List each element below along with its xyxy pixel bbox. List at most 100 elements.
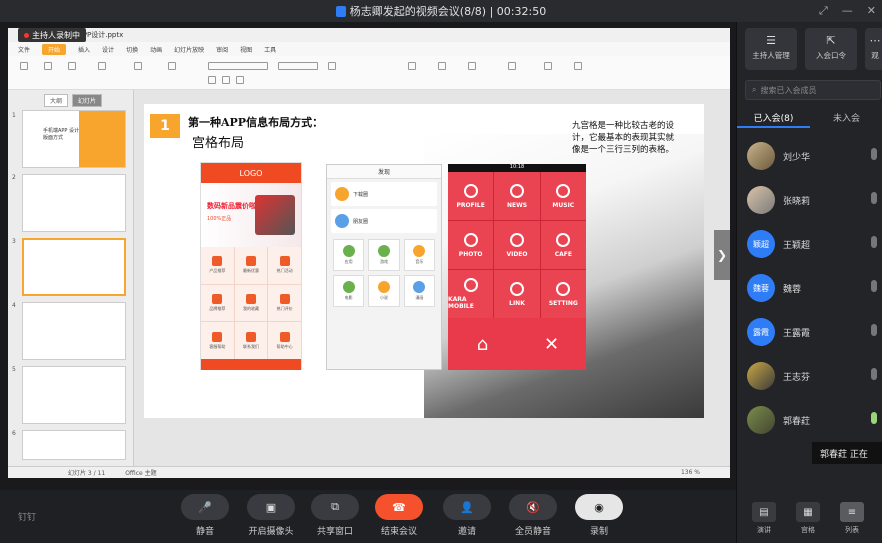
participant-item[interactable]: 露霞 王露霞 — [737, 310, 882, 354]
more-icon: ⋯ — [869, 34, 881, 47]
participant-name: 王露霞 — [783, 328, 811, 339]
slide-thumb-4[interactable] — [22, 302, 126, 360]
participant-item[interactable]: 颖超 王颖超 — [737, 222, 882, 266]
font-size-select[interactable] — [278, 62, 318, 70]
participant-item[interactable]: 魏蓉 魏蓉 — [737, 266, 882, 310]
layout-list-button[interactable]: ≡ 列表 — [833, 498, 871, 538]
tab-joined[interactable]: 已入会(8) — [737, 106, 810, 128]
participant-tabs: 已入会(8) 未入会 — [737, 106, 882, 128]
product-image — [255, 195, 295, 235]
camera-button[interactable]: ▣ 开启摄像头 — [246, 494, 296, 537]
grid-cell: 联系我们 — [234, 322, 268, 359]
participant-item[interactable]: 王志芬 — [737, 354, 882, 398]
participant-item[interactable]: 张晓莉 — [737, 178, 882, 222]
find-icon[interactable] — [508, 62, 516, 70]
new-slide-icon[interactable] — [134, 62, 142, 70]
participant-name: 刘少华 — [783, 152, 811, 163]
menu-item-start[interactable]: 开始 — [42, 43, 67, 55]
avatar — [747, 142, 775, 170]
host-manage-button[interactable]: ☰ 主持人管理 — [745, 28, 797, 70]
avatar: 颖超 — [747, 230, 775, 258]
slide-thumb-5[interactable] — [22, 366, 126, 424]
microphone-muted-icon — [871, 148, 877, 160]
microphone-muted-icon — [871, 236, 877, 248]
slide-from-start-icon[interactable] — [98, 62, 106, 70]
phone-mockup-3: 10:18 PROFILE NEWS MUSIC PHOTO VIDEO CAF… — [448, 164, 586, 370]
menu-item[interactable]: 工具 — [264, 45, 276, 54]
end-meeting-button[interactable]: ☎ 结束会议 — [374, 494, 424, 537]
microphone-muted-icon — [871, 324, 877, 336]
hangup-icon: ☎ — [375, 494, 423, 520]
tile-cafe: CAFE — [540, 221, 586, 269]
more-button[interactable]: ⋯ 观 — [865, 28, 882, 70]
share-window-button[interactable]: ⧉ 共享窗口 — [310, 494, 360, 537]
phone1-tabbar — [201, 359, 301, 370]
meeting-code-button[interactable]: ⇱ 入会口令 — [805, 28, 857, 70]
grid-cell: 客服帮助 — [201, 322, 234, 359]
fullscreen-icon[interactable]: ⤢ — [819, 4, 828, 18]
tab-outline[interactable]: 大纲 — [44, 94, 69, 107]
layout-icon[interactable] — [168, 62, 176, 70]
record-button[interactable]: ◉ 录制 — [574, 494, 624, 537]
underline-icon[interactable] — [236, 76, 244, 84]
menu-item[interactable]: 插入 — [78, 45, 90, 54]
dingtalk-brand: 钉钉 — [18, 513, 37, 523]
tab-slides[interactable]: 幻灯片 — [72, 94, 103, 107]
external-link-icon: ⇱ — [826, 34, 836, 47]
phone1-banner: 数码新品震价啦! 100%正品 — [201, 183, 301, 247]
grid-cell: 音乐 — [403, 239, 435, 271]
window-controls: ⤢ — ✕ — [819, 4, 876, 18]
close-icon[interactable]: ✕ — [867, 4, 876, 18]
slide-counter: 幻灯片 3 / 11 — [68, 470, 106, 477]
search-input[interactable]: 搜索已入会成员 — [760, 85, 816, 96]
grid-cell: 游戏 — [368, 239, 400, 271]
shape-icon[interactable] — [438, 62, 446, 70]
slide-thumb-6[interactable] — [22, 430, 126, 460]
slide-thumb-3[interactable] — [22, 238, 126, 296]
menu-item[interactable]: 审阅 — [216, 45, 228, 54]
paste-icon[interactable] — [20, 62, 28, 70]
textbox-icon[interactable] — [408, 62, 416, 70]
arrange-icon[interactable] — [468, 62, 476, 70]
avatar: 魏蓉 — [747, 274, 775, 302]
participant-search[interactable]: ⌕ 搜索已入会成员 — [745, 80, 881, 100]
slide-thumb-2[interactable] — [22, 174, 126, 232]
dialog-launch-icon[interactable] — [574, 62, 582, 70]
cut-icon[interactable] — [44, 62, 52, 70]
invite-button[interactable]: 👤 邀请 — [442, 494, 492, 537]
meeting-title: 杨志卿发起的视频会议(8/8) — [349, 5, 487, 18]
share-icon: ⧉ — [311, 494, 359, 520]
participant-list: 刘少华 张晓莉 颖超 王颖超 魏蓉 魏蓉 露霞 王露霞 王志芬 郭春荭 — [737, 134, 882, 442]
participant-item[interactable]: 刘少华 — [737, 134, 882, 178]
italic-icon[interactable] — [222, 76, 230, 84]
menu-item[interactable]: 视图 — [240, 45, 252, 54]
align-icon[interactable] — [328, 62, 336, 70]
mute-all-button[interactable]: 🔇 全员静音 — [508, 494, 558, 537]
menu-item[interactable]: 切换 — [126, 45, 138, 54]
zoom-level[interactable]: 136 % — [681, 469, 700, 476]
menu-item[interactable]: 幻灯片放映 — [174, 45, 204, 54]
mute-button[interactable]: 🎤 静音 — [180, 494, 230, 537]
slide-thumb-1[interactable]: 手机端APP 设计版面方式 — [22, 110, 126, 168]
layout-speaker-button[interactable]: ▤ 演讲 — [745, 498, 783, 538]
grid-cell: 帮助中心 — [268, 322, 301, 359]
grid-cell: 产品推荐 — [201, 247, 234, 284]
participant-item[interactable]: 郭春荭 — [737, 398, 882, 442]
menu-item[interactable]: 动画 — [150, 45, 162, 54]
select-icon[interactable] — [544, 62, 552, 70]
menu-item[interactable]: 文件 — [18, 45, 30, 54]
layout-grid-button[interactable]: ▦ 宫格 — [789, 498, 827, 538]
format-painter-icon[interactable] — [68, 62, 76, 70]
next-page-arrow[interactable]: ❯ — [714, 230, 730, 280]
phone1-grid: 产品推荐 最新优惠 热门活动 品牌推荐 我的收藏 热门评价 客服帮助 联系我们 … — [201, 247, 301, 359]
tab-not-joined[interactable]: 未入会 — [810, 106, 882, 128]
minimize-icon[interactable]: — — [842, 4, 853, 18]
current-slide[interactable]: 1 第一种APP信息布局方式： 宫格布局 九宫格是一种比较古老的设计，它最基本的… — [144, 104, 704, 418]
avatar: 露霞 — [747, 318, 775, 346]
participant-name: 王志芬 — [783, 372, 811, 383]
menu-item[interactable]: 设计 — [102, 45, 114, 54]
font-select[interactable] — [208, 62, 268, 70]
phone2-row: 下载圈 — [331, 182, 437, 206]
bold-icon[interactable] — [208, 76, 216, 84]
participant-name: 张晓莉 — [783, 196, 811, 207]
